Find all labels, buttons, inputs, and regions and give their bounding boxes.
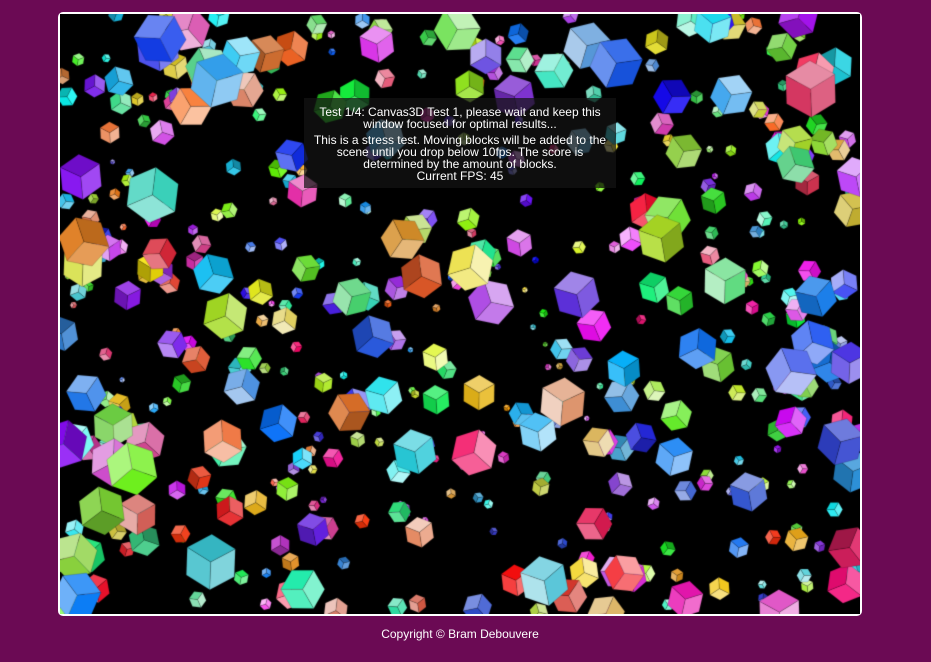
fps-counter: Current FPS: 45 [416,169,504,183]
copyright-text: Copyright © Bram Debouvere [381,627,539,641]
test-description: This is a stress test. Moving blocks wil… [313,133,607,171]
test-status-panel: Test 1/4: Canvas3D Test 1, please wait a… [304,98,616,188]
benchmark-stage: Test 1/4: Canvas3D Test 1, please wait a… [60,14,860,614]
test-title: Test 1/4: Canvas3D Test 1, please wait a… [319,105,601,131]
